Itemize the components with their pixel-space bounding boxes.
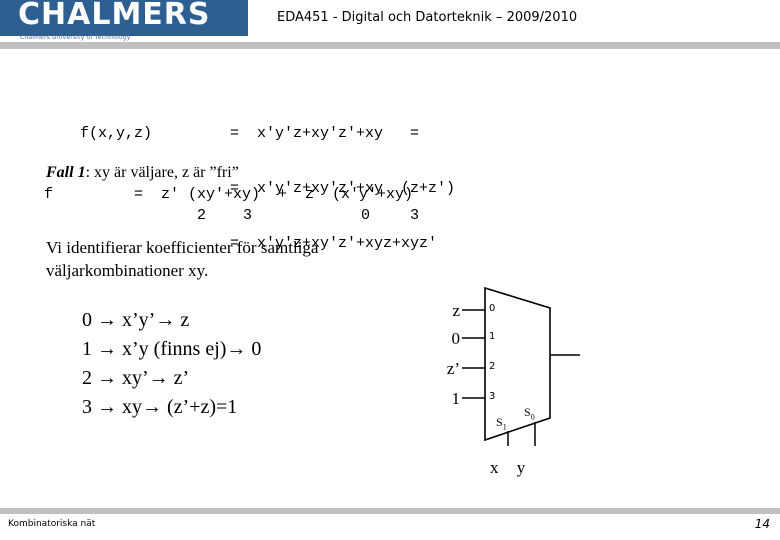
fall-coefficient-digit: 0 [361, 207, 371, 224]
fall-coefficient-digit: 2 [197, 207, 207, 224]
list-item: 2 → xy’→ z’ [82, 367, 190, 389]
mux-select-input-labels: x y [490, 458, 533, 477]
page-title: EDA451 - Digital och Datorteknik – 2009/… [277, 10, 578, 25]
list-item: 3 → xy→ (z’+z)=1 [82, 396, 238, 418]
equation-lhs: f(x,y,z) [80, 125, 153, 142]
mux-input-label-0: z [452, 301, 460, 320]
list-item: 0 → x’y’→ z [82, 309, 190, 331]
mux-select-label-s1: S1 [496, 415, 507, 432]
mux-input-label-2: z’ [446, 359, 460, 378]
footer-page-number: 14 [754, 517, 770, 531]
fall-label: Fall 1 [46, 164, 86, 181]
explanation-paragraph: Vi identifierar koefficienter för samtli… [46, 238, 319, 280]
mux-port-number-0: 0 [489, 303, 496, 314]
list-item: 1 → x’y (finns ej)→ 0 [82, 338, 262, 360]
equation-rhs-1: = x′y′z+xy′z′+xy = [230, 125, 420, 142]
fall-coefficient-digit: 3 [410, 207, 420, 224]
equation-row: f(x,y,z) = x′y′z+xy′z′+xy = [44, 102, 455, 142]
fall-heading-rest: : xy är väljare, z är ”fri” [85, 164, 239, 181]
footer-divider [0, 508, 780, 514]
multiplexer-diagram: z 0 z’ 1 0 1 2 3 S1 S0 x y [430, 280, 630, 490]
chalmers-tagline: Chalmers University of Technology [20, 34, 131, 41]
fall-heading: Fall 1: xy är väljare, z är ”fri” [46, 164, 239, 182]
mux-input-label-1: 0 [451, 329, 461, 348]
mux-input-label-3: 1 [451, 389, 461, 408]
fall-formula: f = z′ (xy′+xy) + z (x′y′+xy) [44, 186, 414, 203]
mux-port-number-3: 3 [489, 391, 496, 402]
mux-port-number-1: 1 [489, 331, 496, 342]
header-divider [0, 42, 780, 49]
chalmers-wordmark: CHALMERS [18, 0, 211, 32]
mapping-list: 0 → x’y’→ z 1 → x’y (finns ej)→ 0 2 → xy… [82, 306, 261, 422]
mux-select-label-s0: S0 [524, 405, 535, 422]
mux-port-number-2: 2 [489, 361, 496, 372]
footer-section-label: Kombinatoriska nät [8, 519, 96, 529]
fall-coefficient-digit: 3 [243, 207, 253, 224]
